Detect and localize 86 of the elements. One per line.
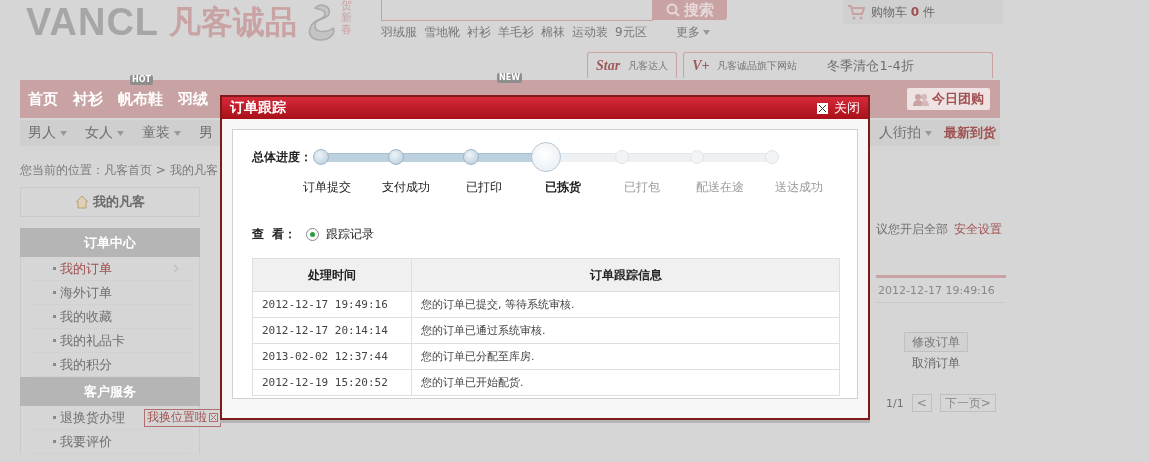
search-field[interactable] (381, 0, 654, 21)
next-page-button[interactable]: 下一页> (939, 394, 996, 412)
hot-keyword-link[interactable]: 棉袜 (541, 24, 566, 41)
section-header: 订单中心 (20, 228, 200, 257)
breadcrumb: 您当前的位置：凡客首页 > 我的凡客 (20, 162, 219, 179)
caret-icon (117, 130, 124, 136)
sub-nav-item[interactable]: 最新到货 (944, 124, 996, 142)
step-label: 订单提交 (302, 179, 353, 196)
cart-button[interactable]: 购物车 0 件 (843, 0, 1003, 24)
table-cell: 2013-02-02 12:37:44 (252, 343, 412, 370)
step-dot (313, 149, 329, 165)
step-label: 已打包 (622, 179, 661, 196)
sub-nav-item[interactable]: 女人 (85, 124, 124, 142)
page-info: 1/1 (886, 396, 904, 410)
search-icon (666, 3, 681, 17)
close-icon[interactable] (209, 413, 218, 422)
security-tip: 议您开启全部 (876, 221, 948, 238)
hot-keyword-link[interactable]: 雪地靴 (424, 24, 461, 41)
sub-nav-item[interactable]: 男 (199, 124, 213, 142)
table-cell: 您的订单已分配至库房. (411, 343, 840, 370)
table-cell: 2012-12-17 20:14:14 (252, 317, 412, 344)
hot-keyword-link[interactable]: 9元区 (615, 24, 647, 41)
hot-badge: HOT (130, 74, 153, 85)
group-buy-button[interactable]: 今日团购 (907, 88, 990, 110)
table-cell: 2012-12-17 19:49:16 (252, 291, 412, 318)
cancel-order-link[interactable]: 取消订单 (912, 355, 1006, 372)
close-button[interactable]: 关闭 (817, 99, 860, 117)
caret-icon (702, 30, 710, 35)
sidebar-item[interactable]: 我的收藏 (53, 307, 189, 326)
nav-item[interactable]: 衬衫 (73, 89, 103, 109)
column-header: 订单跟踪信息 (411, 258, 840, 292)
column-header: 处理时间 (252, 258, 412, 292)
table-cell: 您的订单已通过系统审核. (411, 317, 840, 344)
sidebar-item[interactable]: 我的积分 (53, 355, 189, 374)
step-label: 已打印 (465, 179, 504, 196)
step-dot (531, 142, 562, 172)
table-cell: 您的订单已开始配货. (411, 369, 840, 396)
progress-label: 总体进度： (252, 148, 312, 166)
step-label: 已拣货 (544, 179, 582, 196)
sidebar-item[interactable]: 我的订单 (53, 259, 189, 278)
step-dot (689, 150, 704, 164)
more-link[interactable]: 更多 (675, 24, 710, 41)
caret-icon (60, 130, 67, 136)
hot-keyword-link[interactable]: 羊毛衫 (498, 24, 535, 41)
cart-label: 购物车 0 件 (871, 3, 935, 21)
sidebar-item[interactable]: 退换货办理 (53, 408, 144, 427)
sub-nav-item[interactable]: 人街拍 (879, 124, 932, 142)
security-settings-link[interactable]: 安全设置 (954, 221, 1002, 238)
house-icon (75, 195, 89, 209)
step-label: 配送在途 (695, 179, 746, 196)
nav-item[interactable]: 帆布鞋 (118, 89, 163, 109)
caret-icon (174, 130, 181, 136)
hot-keyword-link[interactable]: 衬衫 (467, 24, 492, 41)
step-dot (764, 150, 779, 164)
section-header: 客户服务 (20, 377, 200, 406)
step-dot (614, 150, 629, 164)
view-label: 查 看： (252, 226, 297, 243)
step-dot (463, 149, 480, 165)
modify-order-button[interactable]: 修改订单 (904, 332, 968, 352)
star-tab[interactable]: Star 凡客达人 (587, 52, 678, 78)
nav-item[interactable]: 羽绒 (178, 89, 208, 109)
my-vancl-link[interactable]: 我的凡客 (20, 187, 200, 217)
cart-icon (847, 4, 865, 20)
people-icon (913, 92, 929, 106)
new-badge: NEW (497, 73, 522, 83)
vplus-tab[interactable]: V+ 凡客诚品旗下网站 冬季清仓1-4折 (683, 52, 994, 78)
close-icon (817, 102, 828, 114)
order-time: 2012-12-17 19:49:16 (876, 278, 1006, 303)
step-dot (388, 149, 405, 165)
step-label: 送达成功 (773, 179, 824, 196)
sub-nav-item[interactable]: 童装 (142, 124, 181, 142)
tracking-radio[interactable]: 跟踪记录 (306, 226, 375, 243)
prev-page-button[interactable]: < (911, 394, 932, 412)
nav-item[interactable]: 首页 (28, 89, 58, 109)
sidebar-item[interactable]: 我的礼品卡 (53, 331, 189, 350)
table-cell: 2012-12-19 15:20:52 (252, 369, 412, 396)
sub-nav-item[interactable]: 男人 (28, 124, 67, 142)
table-cell: 您的订单已提交, 等待系统审核. (411, 291, 840, 318)
sidebar-item[interactable]: 海外订单 (53, 283, 189, 302)
caret-icon (925, 130, 932, 136)
hot-keyword-link[interactable]: 羽绒服 (381, 24, 418, 41)
hot-keyword-link[interactable]: 运动装 (572, 24, 609, 41)
dialog-title: 订单跟踪 (230, 99, 286, 117)
sidebar-item[interactable]: 我要评价 (53, 432, 189, 451)
moved-tag[interactable]: 我换位置啦 (144, 408, 221, 427)
step-label: 支付成功 (380, 179, 431, 196)
